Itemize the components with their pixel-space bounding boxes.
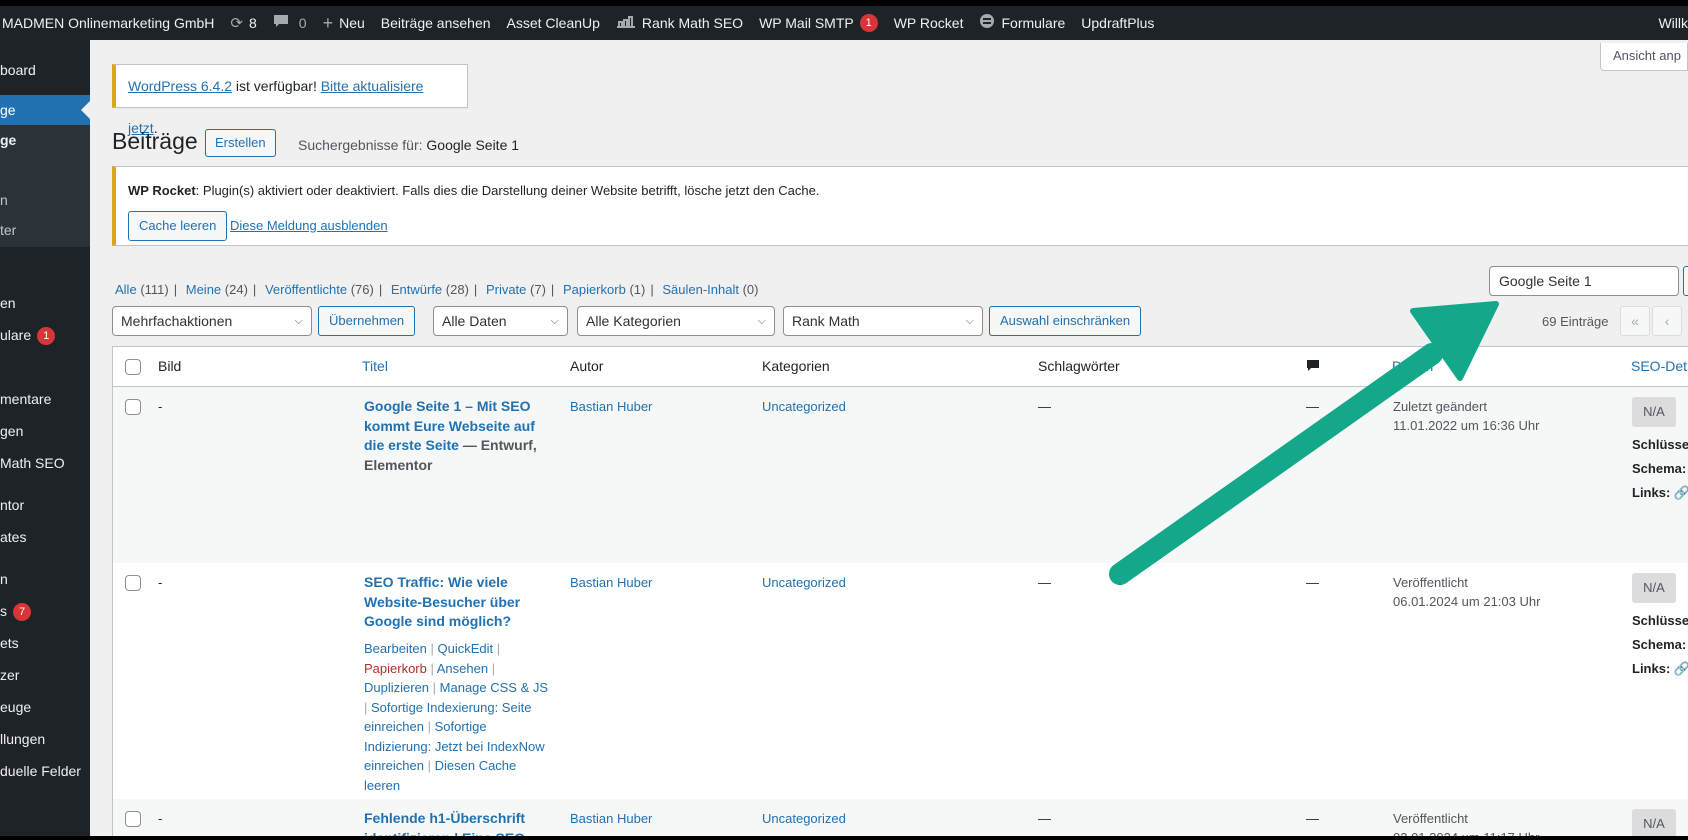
annotation-arrow — [1109, 301, 1499, 585]
screen-frame: MADMEN Onlinemarketing GmbH ⟳ 8 0 + Neu … — [0, 6, 1688, 836]
